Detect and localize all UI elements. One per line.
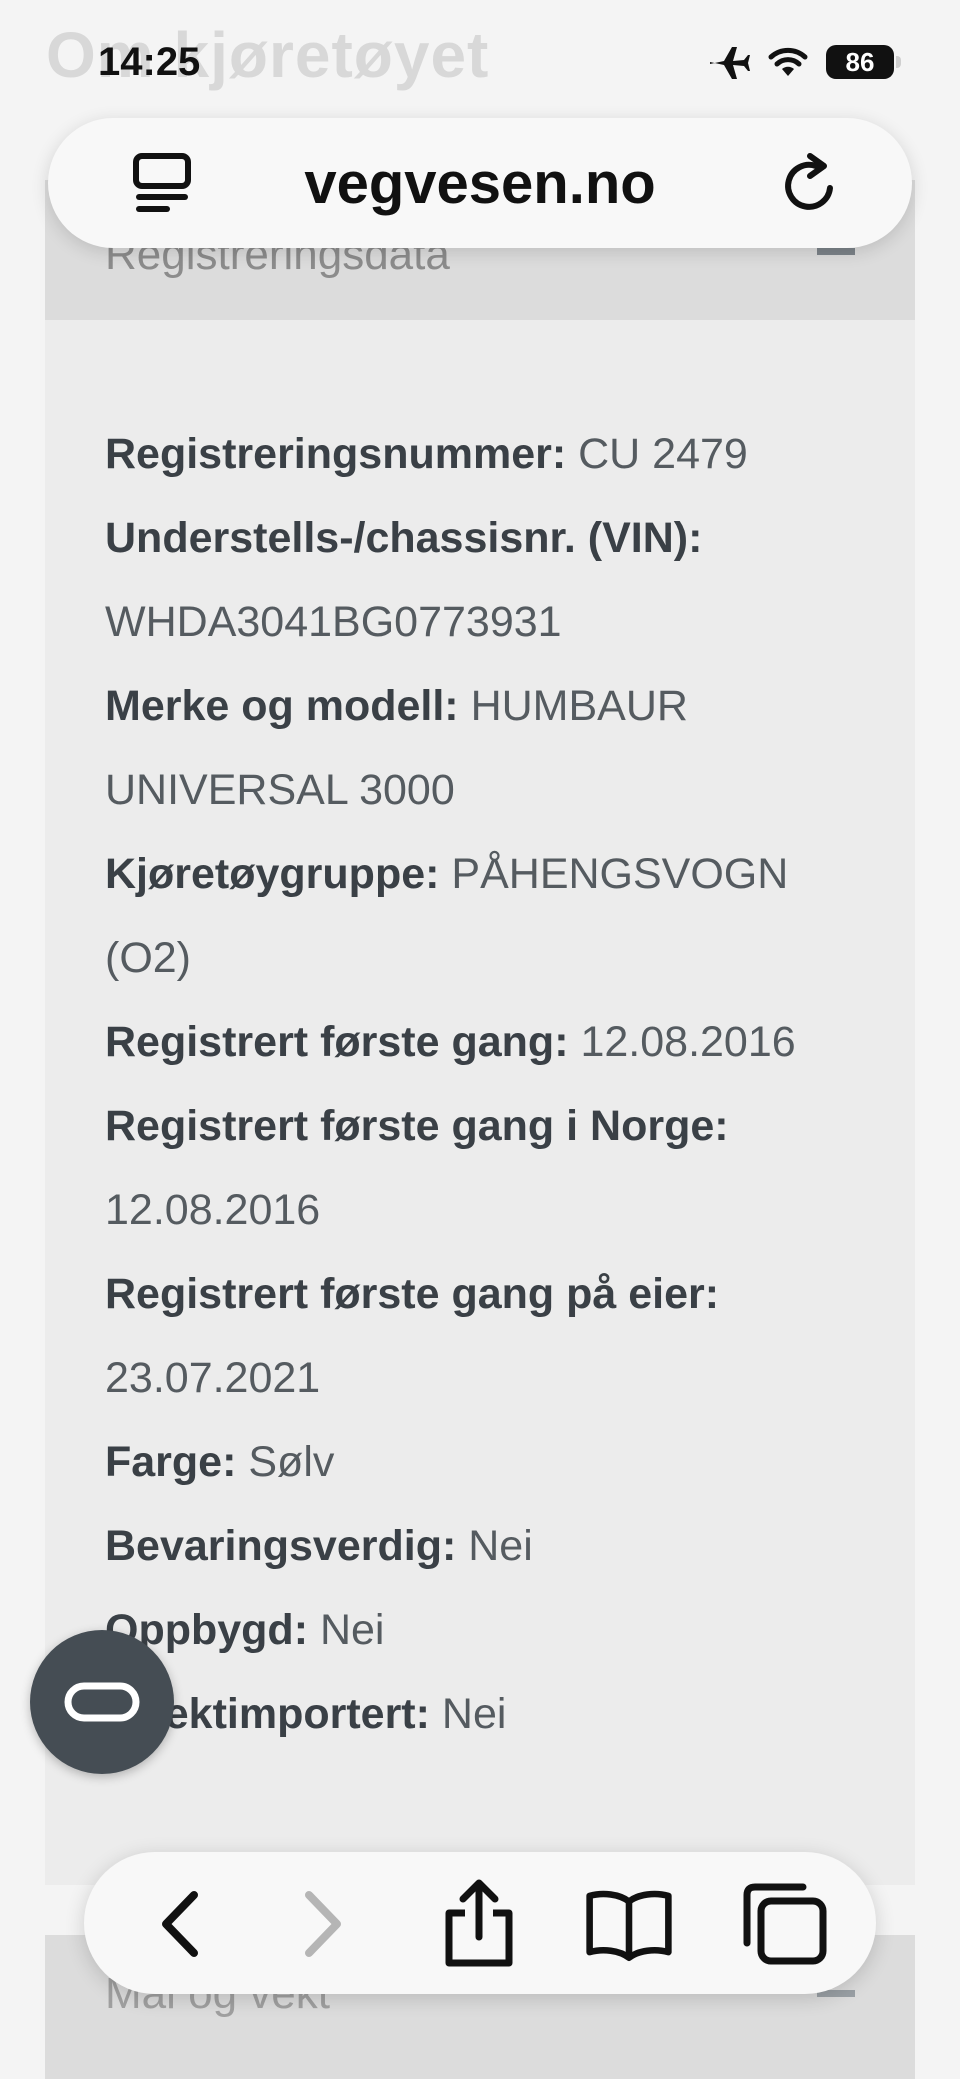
- airplane-icon: [710, 47, 750, 79]
- field-label: Registreringsnummer:: [105, 430, 567, 478]
- field-value: Nei: [468, 1522, 533, 1570]
- field-preservation-worthy: Bevaringsverdig: Nei: [105, 1504, 865, 1588]
- floating-link-button[interactable]: [30, 1630, 174, 1774]
- back-button[interactable]: [134, 1882, 224, 1966]
- reload-icon[interactable]: [780, 152, 842, 216]
- field-label: Registrert første gang i Norge:: [105, 1102, 729, 1150]
- status-icons: 86: [708, 44, 901, 80]
- field-label: Bevaringsverdig:: [105, 1522, 457, 1570]
- share-button[interactable]: [434, 1879, 524, 1967]
- field-value: WHDA3041BG0773931: [105, 598, 562, 646]
- field-direct-import: Direktimportert: Nei: [105, 1672, 865, 1756]
- bookmarks-button[interactable]: [584, 1882, 674, 1966]
- field-label: Merke og modell:: [105, 682, 459, 730]
- link-icon: [64, 1682, 140, 1722]
- field-color: Farge: Sølv: [105, 1420, 865, 1504]
- bookmarks-icon: [586, 1890, 672, 1962]
- share-icon: [445, 1879, 513, 1967]
- registration-fields: Registreringsnummer: CU 2479 Understells…: [105, 412, 865, 1756]
- field-value: Nei: [319, 1606, 385, 1654]
- tabs-icon: [743, 1883, 827, 1965]
- address-domain[interactable]: vegvesen.no: [304, 150, 655, 217]
- browser-toolbar: [84, 1852, 876, 1994]
- field-first-registered-norway: Registrert første gang i Norge: 12.08.20…: [105, 1084, 865, 1252]
- collapse-icon[interactable]: [817, 248, 855, 255]
- forward-button[interactable]: [279, 1882, 369, 1966]
- field-first-registered: Registrert første gang: 12.08.2016: [105, 1000, 865, 1084]
- field-vin: Understells-/chassisnr. (VIN): WHDA3041B…: [105, 496, 865, 664]
- field-make-model: Merke og modell: HUMBAUR UNIVERSAL 3000: [105, 664, 865, 832]
- wifi-icon: [768, 47, 808, 76]
- status-time: 14:25: [98, 40, 201, 84]
- field-label: Registrert første gang:: [105, 1018, 569, 1066]
- battery-indicator: 86: [826, 45, 901, 79]
- field-value: 12.08.2016: [105, 1186, 321, 1234]
- field-first-registered-owner: Registrert første gang på eier: 23.07.20…: [105, 1252, 865, 1420]
- address-bar[interactable]: vegvesen.no: [48, 118, 912, 248]
- field-value: Sølv: [248, 1438, 335, 1486]
- back-icon: [162, 1891, 198, 1957]
- field-registration-number: Registreringsnummer: CU 2479: [105, 412, 865, 496]
- field-value: CU 2479: [578, 430, 748, 478]
- field-label: Kjøretøygruppe:: [105, 850, 440, 898]
- status-bar: 14:25 86: [0, 0, 960, 120]
- field-value: 12.08.2016: [580, 1018, 796, 1066]
- field-rebuilt: Oppbygd: Nei: [105, 1588, 865, 1672]
- reader-mode-icon[interactable]: [132, 152, 194, 216]
- forward-icon: [305, 1891, 341, 1957]
- field-label: Understells-/chassisnr. (VIN):: [105, 514, 703, 562]
- tabs-button[interactable]: [739, 1882, 829, 1966]
- field-vehicle-group: Kjøretøygruppe: PÅHENGSVOGN (O2): [105, 832, 865, 1000]
- field-label: Registrert første gang på eier:: [105, 1270, 720, 1318]
- field-value: 23.07.2021: [105, 1354, 321, 1402]
- registration-panel: Registreringsdata Registreringsnummer: C…: [45, 180, 915, 1885]
- field-label: Farge:: [105, 1438, 237, 1486]
- field-value: Nei: [441, 1690, 507, 1738]
- battery-level: 86: [845, 46, 875, 77]
